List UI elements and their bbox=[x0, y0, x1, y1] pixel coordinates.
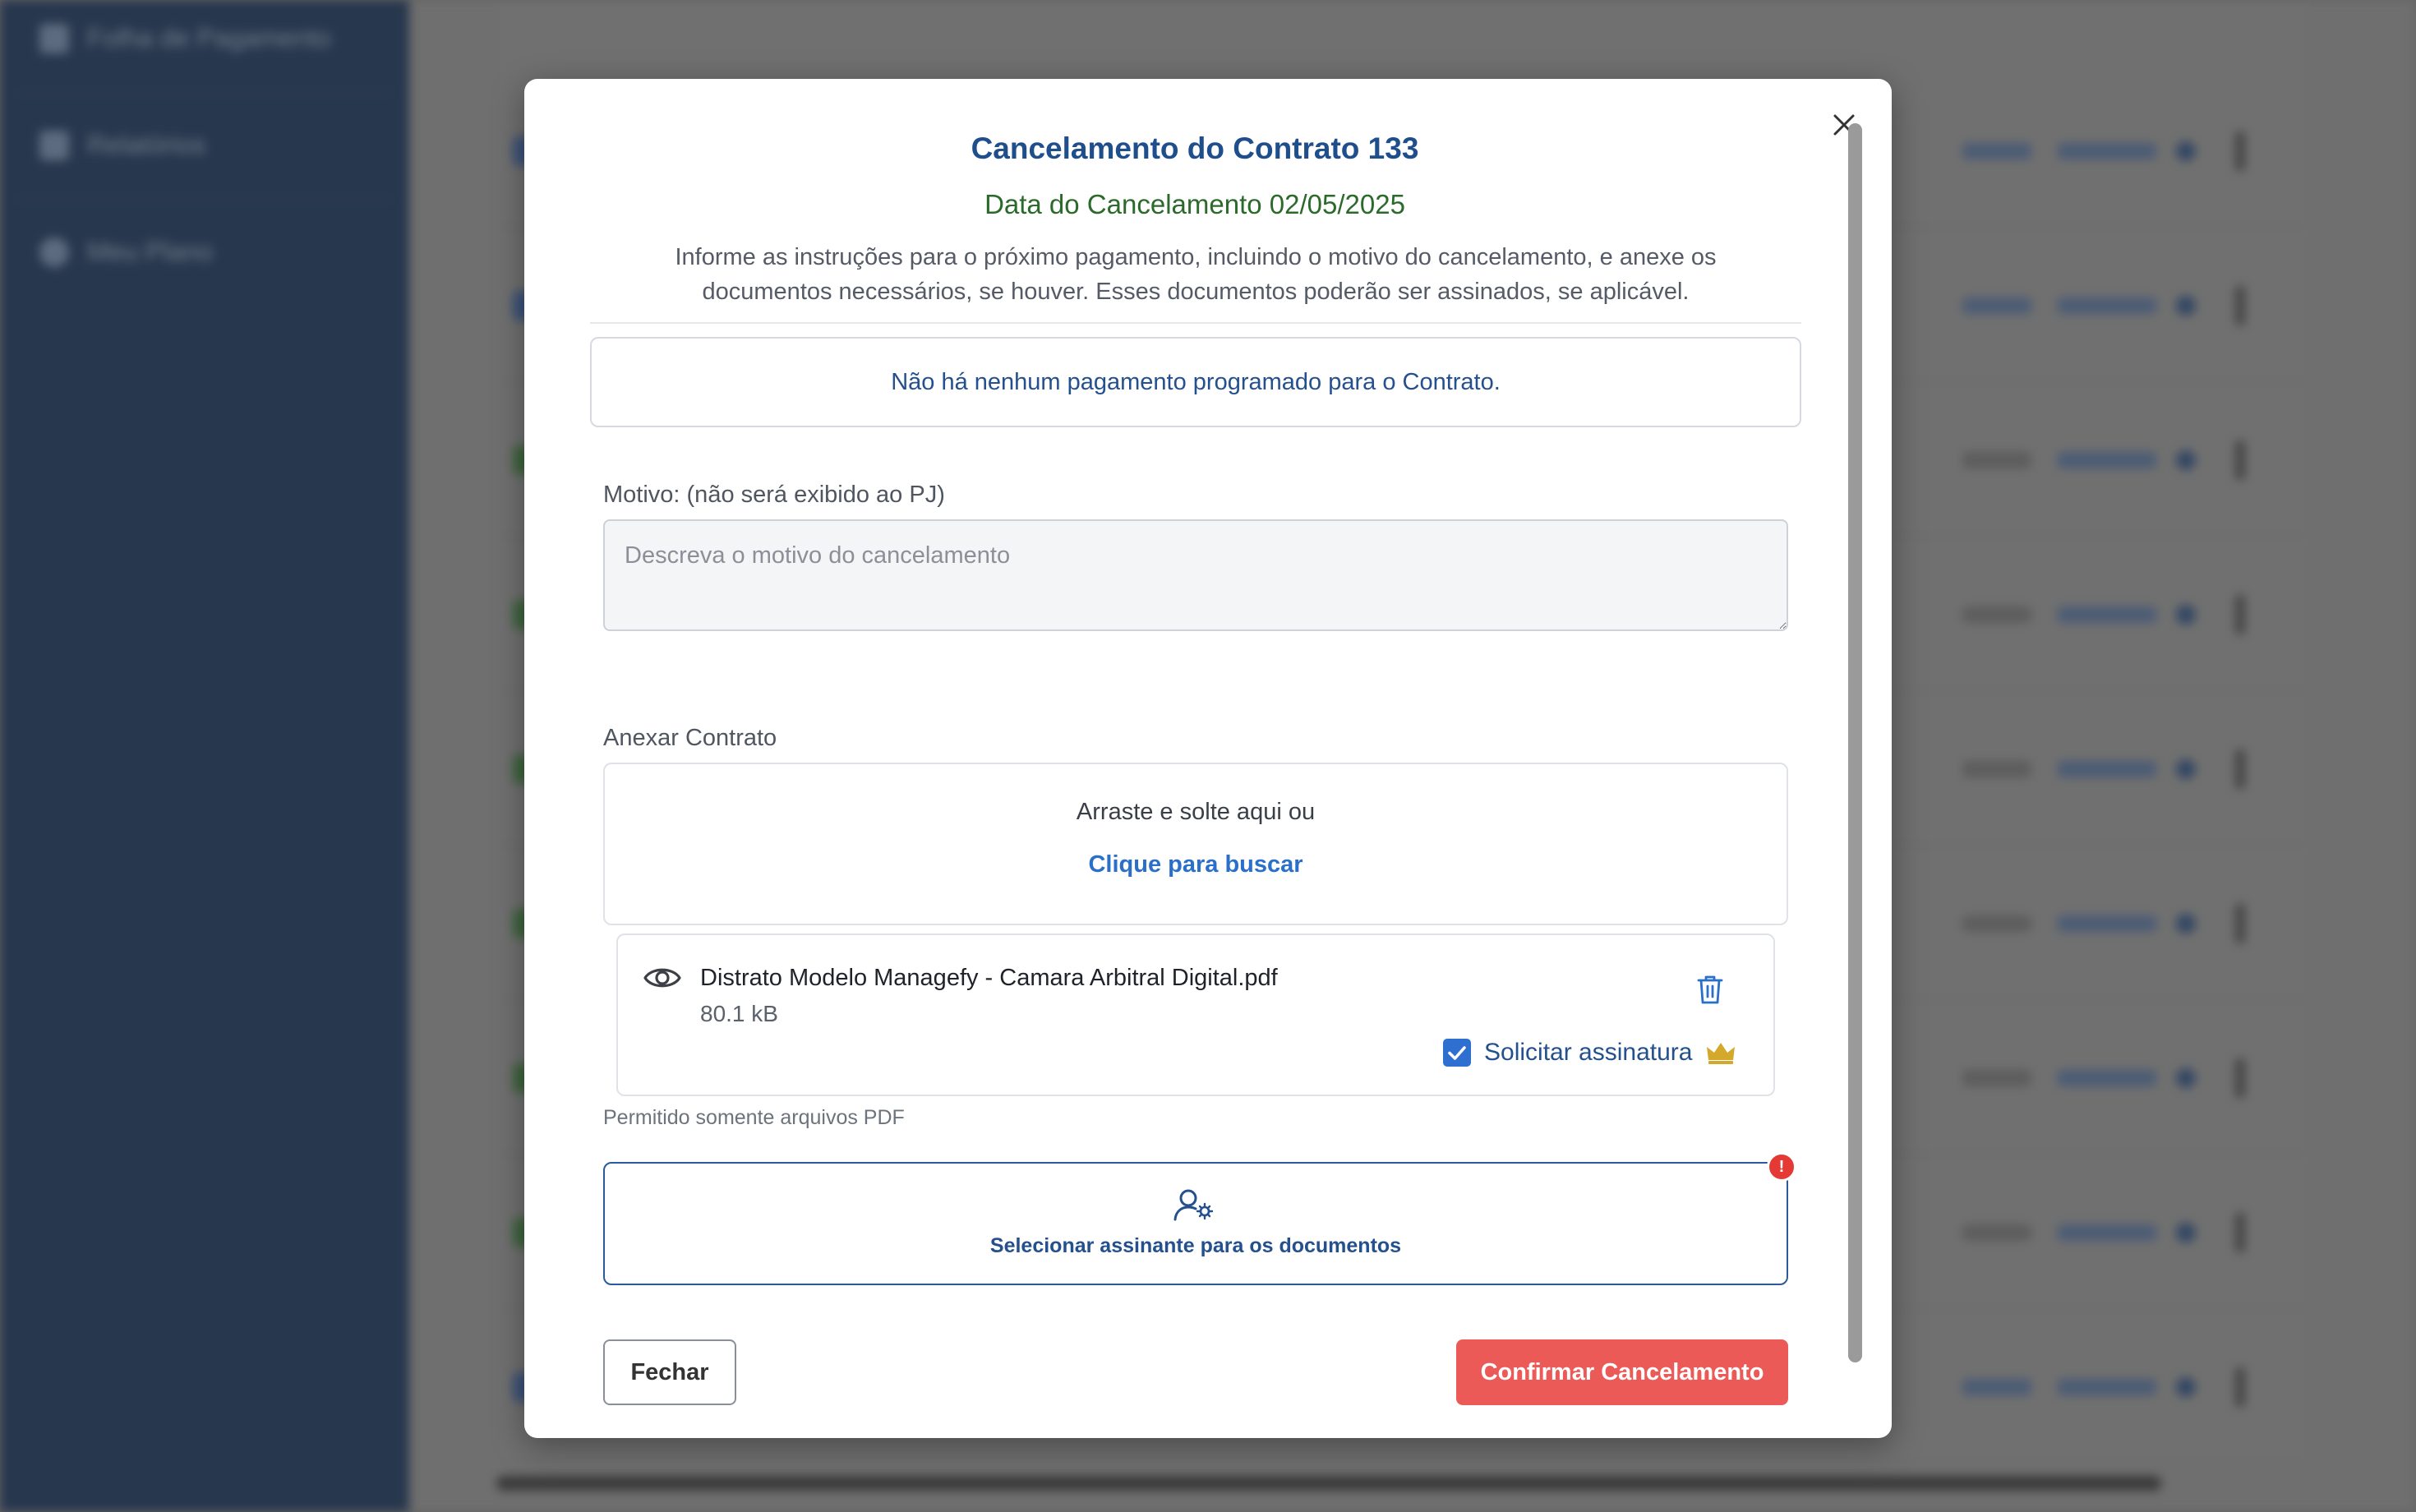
divider bbox=[590, 322, 1801, 324]
eye-icon[interactable] bbox=[643, 963, 682, 993]
reason-label: Motivo: (não será exibido ao PJ) bbox=[603, 482, 945, 508]
trash-icon[interactable] bbox=[1694, 973, 1726, 1006]
crown-icon bbox=[1707, 1043, 1736, 1064]
select-signer-label: Selecionar assinante para os documentos bbox=[989, 1234, 1402, 1257]
close-button[interactable]: Fechar bbox=[603, 1339, 736, 1405]
alert-icon: ! bbox=[1767, 1152, 1796, 1182]
modal-scrollbar[interactable] bbox=[1848, 123, 1862, 1362]
request-signature-label[interactable]: Solicitar assinatura bbox=[1484, 1039, 1692, 1067]
request-signature-checkbox[interactable] bbox=[1443, 1039, 1471, 1067]
browse-files-link[interactable]: Clique para buscar bbox=[605, 851, 1787, 878]
confirm-cancellation-button[interactable]: Confirmar Cancelamento bbox=[1456, 1339, 1788, 1405]
file-size: 80.1 kB bbox=[700, 1001, 778, 1026]
pdf-only-hint: Permitido somente arquivos PDF bbox=[603, 1106, 905, 1129]
reason-textarea[interactable] bbox=[603, 519, 1788, 631]
attached-file-card: Distrato Modelo Managefy - Camara Arbitr… bbox=[616, 933, 1775, 1096]
user-settings-icon bbox=[1173, 1189, 1214, 1221]
attach-contract-label: Anexar Contrato bbox=[603, 725, 777, 751]
file-dropzone[interactable]: Arraste e solte aqui ou Clique para busc… bbox=[603, 763, 1788, 925]
request-signature-row: Solicitar assinatura bbox=[1443, 1039, 1736, 1067]
file-name: Distrato Modelo Managefy - Camara Arbitr… bbox=[700, 965, 1278, 991]
modal-title: Cancelamento do Contrato 133 bbox=[971, 131, 1419, 165]
select-signer-button[interactable]: Selecionar assinante para os documentos bbox=[603, 1162, 1788, 1285]
instructions-text: Informe as instruções para o próximo pag… bbox=[675, 244, 1717, 305]
dropzone-text: Arraste e solte aqui ou bbox=[1076, 799, 1316, 825]
checkmark-icon bbox=[1448, 1046, 1466, 1060]
no-payment-notice-text: Não há nenhum pagamento programado para … bbox=[891, 368, 1501, 395]
no-payment-notice: Não há nenhum pagamento programado para … bbox=[590, 337, 1801, 427]
cancellation-date: Data do Cancelamento 02/05/2025 bbox=[984, 189, 1405, 219]
